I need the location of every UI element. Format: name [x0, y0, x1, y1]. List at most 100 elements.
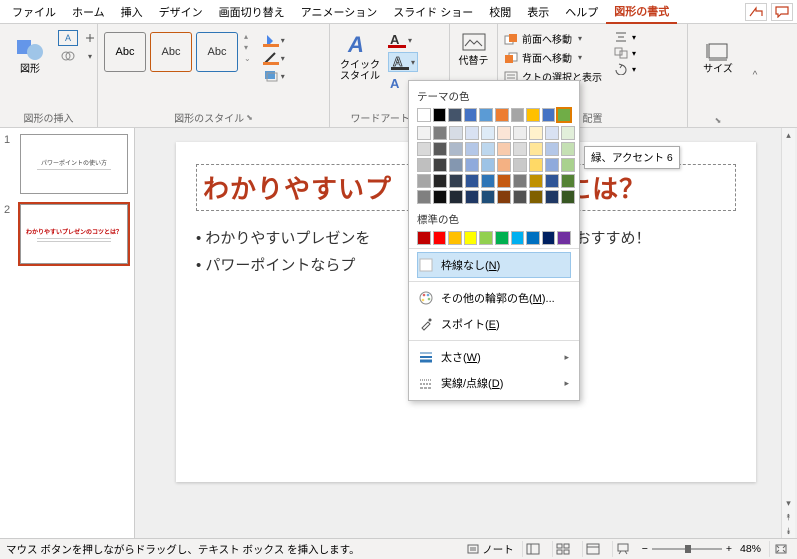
- shade-color-swatch[interactable]: [417, 142, 431, 156]
- menu-help[interactable]: ヘルプ: [557, 1, 606, 23]
- slide-thumb-1[interactable]: パワーポイントの使い方: [20, 134, 128, 194]
- shade-color-swatch[interactable]: [545, 174, 559, 188]
- shade-color-swatch[interactable]: [417, 158, 431, 172]
- menu-shape-format[interactable]: 図形の書式: [606, 0, 677, 24]
- shade-color-swatch[interactable]: [529, 190, 543, 204]
- shade-color-swatch[interactable]: [465, 142, 479, 156]
- shade-color-swatch[interactable]: [561, 158, 575, 172]
- weight-item[interactable]: 太さ(W)▸: [417, 344, 571, 370]
- no-outline-item[interactable]: 枠線なし(N): [417, 252, 571, 278]
- vertical-scrollbar[interactable]: ▴ ▾ ⯭ ⯯: [781, 128, 795, 538]
- shade-color-swatch[interactable]: [545, 142, 559, 156]
- shade-color-swatch[interactable]: [481, 174, 495, 188]
- notes-button[interactable]: ノート: [467, 542, 514, 557]
- ribbon-collapse-icon[interactable]: ^: [748, 24, 762, 127]
- menu-view[interactable]: 表示: [519, 1, 557, 23]
- normal-view-icon[interactable]: [522, 541, 544, 557]
- scroll-up-icon[interactable]: ▴: [782, 128, 795, 142]
- more-colors-item[interactable]: その他の輪郭の色(M)...: [417, 285, 571, 311]
- style-preset-1[interactable]: Abc: [104, 32, 146, 72]
- menu-design[interactable]: デザイン: [151, 1, 211, 23]
- rotate-button[interactable]: ▾: [614, 62, 636, 76]
- align-button[interactable]: ▾: [614, 30, 636, 44]
- shade-color-swatch[interactable]: [561, 142, 575, 156]
- shade-color-swatch[interactable]: [465, 174, 479, 188]
- shape-effects-dropdown[interactable]: ▾: [261, 68, 287, 84]
- slideshow-view-icon[interactable]: [612, 541, 634, 557]
- theme-color-swatch[interactable]: [495, 108, 509, 122]
- standard-color-swatch[interactable]: [495, 231, 509, 245]
- shade-color-swatch[interactable]: [449, 190, 463, 204]
- shade-color-swatch[interactable]: [561, 190, 575, 204]
- standard-color-swatch[interactable]: [464, 231, 478, 245]
- prev-slide-icon[interactable]: ⯭: [782, 510, 795, 524]
- shape-outline-dropdown[interactable]: ▾: [261, 50, 287, 66]
- standard-color-swatch[interactable]: [417, 231, 431, 245]
- style-gallery-more[interactable]: ⌄: [244, 54, 251, 63]
- shade-color-swatch[interactable]: [481, 158, 495, 172]
- shade-color-swatch[interactable]: [529, 174, 543, 188]
- shape-more[interactable]: ▾: [80, 48, 100, 64]
- zoom-percent[interactable]: 48%: [740, 543, 761, 555]
- menu-insert[interactable]: 挿入: [113, 1, 151, 23]
- shade-color-swatch[interactable]: [465, 126, 479, 140]
- style-preset-3[interactable]: Abc: [196, 32, 238, 72]
- shade-color-swatch[interactable]: [497, 190, 511, 204]
- comments-icon[interactable]: [771, 3, 793, 21]
- zoom-slider[interactable]: − +: [642, 543, 732, 555]
- shade-color-swatch[interactable]: [529, 142, 543, 156]
- theme-color-swatch[interactable]: [511, 108, 525, 122]
- shade-color-swatch[interactable]: [433, 190, 447, 204]
- menu-transitions[interactable]: 画面切り替え: [211, 1, 293, 23]
- shade-color-swatch[interactable]: [433, 142, 447, 156]
- standard-color-swatch[interactable]: [448, 231, 462, 245]
- shade-color-swatch[interactable]: [417, 126, 431, 140]
- theme-color-swatch[interactable]: [479, 108, 493, 122]
- standard-color-swatch[interactable]: [511, 231, 525, 245]
- shade-color-swatch[interactable]: [545, 158, 559, 172]
- menu-home[interactable]: ホーム: [64, 1, 113, 23]
- eyedropper-item[interactable]: スポイト(E): [417, 311, 571, 337]
- shape-textbox[interactable]: A: [58, 30, 78, 46]
- theme-color-swatch[interactable]: [464, 108, 478, 122]
- theme-color-swatch[interactable]: [542, 108, 556, 122]
- zoom-out-icon[interactable]: −: [642, 543, 648, 555]
- menu-animations[interactable]: アニメーション: [293, 1, 386, 23]
- scroll-down-icon[interactable]: ▾: [782, 496, 795, 510]
- shade-color-swatch[interactable]: [449, 158, 463, 172]
- menu-file[interactable]: ファイル: [4, 1, 64, 23]
- shade-color-swatch[interactable]: [417, 190, 431, 204]
- standard-color-swatch[interactable]: [542, 231, 556, 245]
- shade-color-swatch[interactable]: [433, 158, 447, 172]
- shade-color-swatch[interactable]: [513, 126, 527, 140]
- size-launcher[interactable]: ⬊: [715, 116, 722, 125]
- reading-view-icon[interactable]: [582, 541, 604, 557]
- shade-color-swatch[interactable]: [481, 142, 495, 156]
- standard-color-swatch[interactable]: [433, 231, 447, 245]
- shade-color-swatch[interactable]: [561, 174, 575, 188]
- shapes-gallery-button[interactable]: 図形: [6, 30, 54, 75]
- shape-merge[interactable]: [58, 48, 78, 64]
- shape-fill-dropdown[interactable]: ▾: [261, 32, 287, 48]
- shade-color-swatch[interactable]: [465, 158, 479, 172]
- text-fill-dropdown[interactable]: A▾: [388, 32, 418, 48]
- sorter-view-icon[interactable]: [552, 541, 574, 557]
- slide-thumb-2[interactable]: わかりやすいプレゼンのコツとは？: [20, 204, 128, 264]
- style-gallery-down[interactable]: ▾: [244, 43, 251, 52]
- shade-color-swatch[interactable]: [497, 158, 511, 172]
- zoom-in-icon[interactable]: +: [726, 543, 732, 555]
- size-button[interactable]: サイズ: [694, 34, 742, 75]
- shade-color-swatch[interactable]: [465, 190, 479, 204]
- shade-color-swatch[interactable]: [513, 142, 527, 156]
- shade-color-swatch[interactable]: [449, 174, 463, 188]
- alt-text-button[interactable]: 代替テ: [456, 26, 491, 67]
- shade-color-swatch[interactable]: [513, 174, 527, 188]
- theme-color-swatch[interactable]: [557, 108, 571, 122]
- next-slide-icon[interactable]: ⯯: [782, 524, 795, 538]
- theme-color-swatch[interactable]: [448, 108, 462, 122]
- group-button[interactable]: ▾: [614, 46, 636, 60]
- menu-review[interactable]: 校閲: [481, 1, 519, 23]
- shade-color-swatch[interactable]: [417, 174, 431, 188]
- shade-color-swatch[interactable]: [433, 174, 447, 188]
- text-outline-dropdown[interactable]: A▾: [388, 52, 418, 72]
